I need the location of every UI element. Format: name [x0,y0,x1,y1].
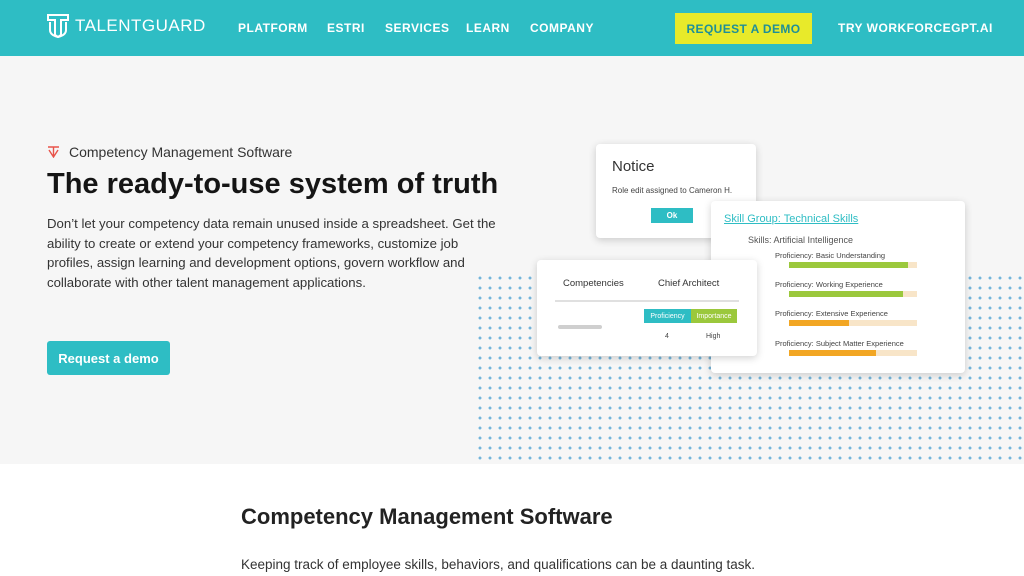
talentguard-emblem-icon [48,146,59,158]
skill-group-link[interactable]: Skill Group: Technical Skills [724,213,858,225]
divider [555,300,739,302]
nav-item-services[interactable]: SERVICES [385,21,449,35]
placeholder-bar [558,325,602,329]
nav-item-company[interactable]: COMPANY [530,21,594,35]
proficiency-label: Proficiency: Basic Understanding [775,251,886,260]
proficiency-bar [789,320,917,326]
hero-description: Don’t let your competency data remain un… [47,216,496,290]
proficiency-label: Proficiency: Working Experience [775,280,883,289]
try-workforcegpt-link[interactable]: TRY WORKFORCEGPT.AI [838,21,993,35]
role-header: Chief Architect [658,278,720,289]
proficiency-label: Proficiency: Extensive Experience [775,309,888,318]
request-demo-button[interactable]: REQUEST A DEMO [675,13,812,44]
importance-value: High [706,333,721,340]
ok-button[interactable]: Ok [651,208,693,223]
skills-subtitle: Skills: Artificial Intelligence [748,235,854,245]
proficiency-tag: Proficiency [644,309,691,323]
hero-request-demo-button[interactable]: Request a demo [47,341,170,375]
proficiency-value: 4 [665,333,669,340]
section-title: Competency Management Software [241,504,613,529]
proficiency-label: Proficiency: Subject Matter Experience [775,339,904,348]
proficiency-bar [789,350,917,356]
hero-eyebrow: Competency Management Software [47,144,292,160]
top-navigation-bar: TALENTGUARD PLATFORM ESTRI SERVICES LEAR… [0,0,1024,56]
hero-eyebrow-text: Competency Management Software [69,144,293,160]
talentguard-logo-icon [47,14,69,38]
logo[interactable]: TALENTGUARD [47,14,206,38]
proficiency-bar-fill [789,262,909,268]
competency-card: Competencies Chief Architect Proficiency… [537,260,757,356]
notice-title: Notice [612,158,655,175]
proficiency-bar-fill [789,320,850,326]
notice-message: Role edit assigned to Cameron H. [612,186,733,195]
nav-item-estri[interactable]: ESTRI [327,21,365,35]
section-text: Keeping track of employee skills, behavi… [241,557,756,572]
competencies-header: Competencies [563,278,624,289]
logo-text: TALENTGUARD [75,16,206,35]
proficiency-bar-fill [789,350,877,356]
proficiency-bar [789,262,917,268]
proficiency-bar [789,291,917,297]
importance-tag: Importance [691,309,737,323]
nav-item-learn[interactable]: LEARN [466,21,510,35]
nav-item-platform[interactable]: PLATFORM [238,21,308,35]
page-title: The ready-to-use system of truth [47,168,499,200]
proficiency-bar-fill [789,291,903,297]
hero-section: Competency Management Software The ready… [0,56,1024,464]
